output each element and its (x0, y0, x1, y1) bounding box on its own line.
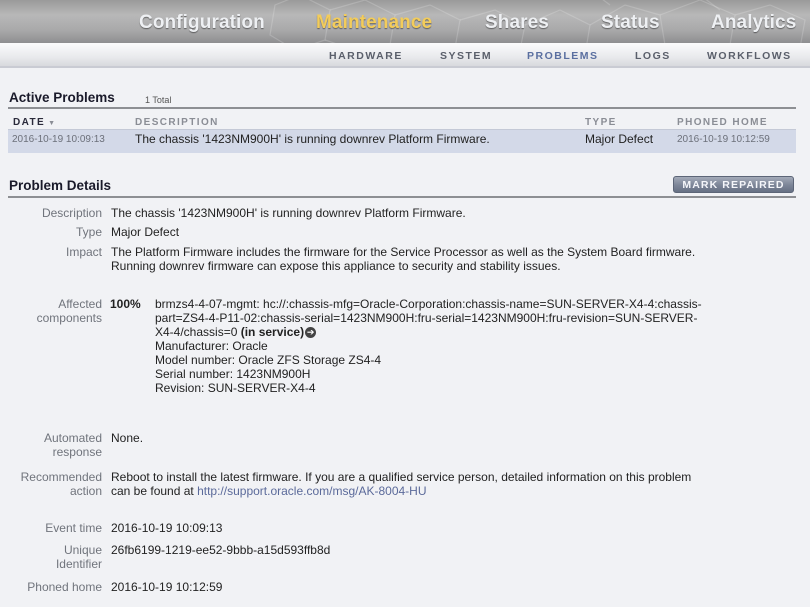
component-status: (in service) (240, 325, 305, 339)
label-line: Recommended (20, 470, 102, 484)
column-header-date[interactable]: DATE ▼ (13, 117, 55, 128)
component-revision: Revision: SUN-SERVER-X4-4 (155, 381, 316, 395)
support-link[interactable]: http://support.oracle.com/msg/AK-8004-HU (197, 484, 426, 498)
nav-tab-status[interactable]: Status (601, 12, 660, 34)
component-fmri-line: part=ZS4-4-P11-02:chassis-serial=1423NM9… (155, 311, 698, 325)
label-line: Affected (58, 297, 102, 311)
nav-tab-shares[interactable]: Shares (485, 12, 549, 34)
automated-response-value: None. (111, 431, 144, 445)
recommended-line: can be found at http://support.oracle.co… (111, 484, 810, 498)
automated-response-label: Automated response (44, 431, 102, 459)
column-header-phoned-home[interactable]: PHONED HOME (677, 117, 768, 128)
active-problems-count: 1 Total (145, 95, 172, 105)
problem-details-title: Problem Details (9, 178, 112, 193)
affected-percent: 100% (110, 297, 141, 311)
main-nav: Configuration Maintenance Shares Status … (0, 0, 810, 43)
row-type: Major Defect (585, 132, 654, 146)
label-line: components (36, 311, 102, 325)
impact-line: Running downrev firmware can expose this… (111, 259, 561, 273)
sort-desc-icon: ▼ (48, 120, 56, 127)
phoned-home-label: Phoned home (27, 580, 102, 594)
label-line: action (69, 484, 102, 498)
label-line: Identifier (55, 557, 102, 571)
label-line: Automated (43, 431, 102, 445)
column-date-label: DATE (13, 117, 46, 128)
description-value: The chassis '1423NM900H' is running down… (111, 206, 466, 220)
component-model: Model number: Oracle ZFS Storage ZS4-4 (155, 353, 382, 367)
table-row[interactable]: 2016-10-19 10:09:13 The chassis '1423NM9… (8, 129, 796, 153)
nav-tab-analytics[interactable]: Analytics (711, 12, 796, 34)
event-time-label: Event time (45, 521, 102, 535)
component-fmri-line: brmzs4-4-07-mgmt: hc://:chassis-mfg=Orac… (155, 297, 702, 311)
active-problems-title: Active Problems (9, 90, 115, 105)
subnav-problems[interactable]: PROBLEMS (527, 50, 599, 62)
unique-identifier-label: Unique Identifier (56, 543, 102, 571)
subnav-system[interactable]: SYSTEM (440, 50, 492, 62)
component-fmri-tail: X4-4/chassis=0 (155, 325, 241, 339)
affected-component: brmzs4-4-07-mgmt: hc://:chassis-mfg=Orac… (155, 297, 805, 395)
row-date: 2016-10-19 10:09:13 (12, 134, 105, 145)
type-value: Major Defect (111, 225, 180, 239)
mark-repaired-button[interactable]: MARK REPAIRED (673, 176, 794, 193)
type-label: Type (75, 225, 102, 239)
divider (8, 196, 796, 198)
affected-components-label: Affected components (37, 297, 102, 325)
row-description: The chassis '1423NM900H' is running down… (135, 132, 490, 146)
subnav-workflows[interactable]: WORKFLOWS (707, 50, 792, 62)
component-serial: Serial number: 1423NM900H (155, 367, 311, 381)
subnav-hardware[interactable]: HARDWARE (329, 50, 403, 62)
column-header-type[interactable]: TYPE (585, 117, 617, 128)
column-header-description[interactable]: DESCRIPTION (135, 117, 219, 128)
impact-label: Impact (65, 245, 102, 259)
recommended-prefix: can be found at (111, 484, 198, 498)
component-fmri-line: X4-4/chassis=0 (in service) ➔ (155, 325, 805, 339)
description-label: Description (41, 206, 102, 220)
recommended-line: Reboot to install the latest firmware. I… (111, 470, 692, 484)
sub-nav: HARDWARE SYSTEM PROBLEMS LOGS WORKFLOWS (0, 43, 810, 68)
label-line: response (52, 445, 102, 459)
component-manufacturer: Manufacturer: Oracle (155, 339, 268, 353)
subnav-logs[interactable]: LOGS (635, 50, 671, 62)
row-phoned-home: 2016-10-19 10:12:59 (677, 134, 770, 145)
nav-tab-configuration[interactable]: Configuration (139, 12, 265, 34)
phoned-home-value: 2016-10-19 10:12:59 (111, 580, 223, 594)
impact-line: The Platform Firmware includes the firmw… (111, 245, 696, 259)
unique-identifier-value: 26fb6199-1219-ee52-9bbb-a15d593ffb8d (111, 543, 331, 557)
go-arrow-icon[interactable]: ➔ (305, 327, 317, 338)
event-time-value: 2016-10-19 10:09:13 (111, 521, 223, 535)
divider (8, 107, 796, 109)
nav-tab-maintenance[interactable]: Maintenance (316, 12, 432, 34)
impact-value: The Platform Firmware includes the firmw… (111, 245, 810, 273)
recommended-action-value: Reboot to install the latest firmware. I… (111, 470, 810, 498)
label-line: Unique (63, 543, 102, 557)
recommended-action-label: Recommended action (21, 470, 102, 498)
